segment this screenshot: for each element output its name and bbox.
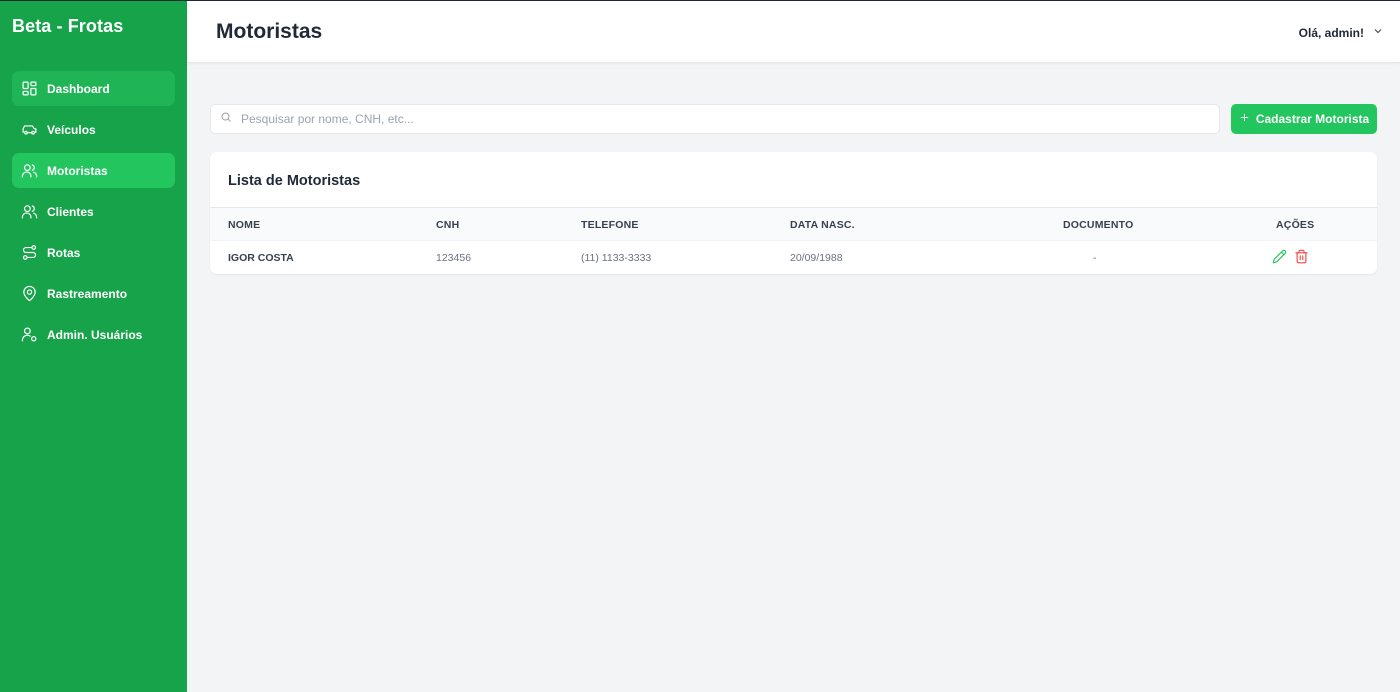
cell-nome: IGOR COSTA xyxy=(228,252,294,264)
car-icon xyxy=(21,121,38,138)
column-header-cnh: CNH xyxy=(436,219,460,231)
add-driver-button[interactable]: Cadastrar Motorista xyxy=(1231,104,1377,134)
users-icon xyxy=(21,162,38,179)
sidebar-item-label: Clientes xyxy=(47,204,94,219)
map-pin-icon xyxy=(21,285,38,302)
sidebar-item-rastreamento[interactable]: Rastreamento xyxy=(12,276,175,311)
dashboard-icon xyxy=(21,80,38,97)
card-title: Lista de Motoristas xyxy=(228,173,361,189)
cell-data-nasc: 20/09/1988 xyxy=(790,252,843,264)
table-row: IGOR COSTA 123456 (11) 1133-3333 20/09/1… xyxy=(210,241,1377,274)
sidebar-item-rotas[interactable]: Rotas xyxy=(12,235,175,270)
search-input[interactable] xyxy=(241,105,1219,133)
pencil-icon[interactable] xyxy=(1272,249,1287,264)
plus-icon xyxy=(1239,112,1256,126)
row-actions xyxy=(1272,249,1309,264)
brand-title: Beta - Frotas xyxy=(12,16,124,36)
users-icon xyxy=(21,203,38,220)
sidebar-item-label: Dashboard xyxy=(47,81,110,96)
top-bar: Motoristas Olá, admin! xyxy=(187,1,1400,63)
cell-telefone: (11) 1133-3333 xyxy=(581,252,652,264)
sidebar-item-label: Veículos xyxy=(47,122,96,137)
sidebar-item-motoristas[interactable]: Motoristas xyxy=(12,153,175,188)
user-menu[interactable]: Olá, admin! xyxy=(1299,25,1384,40)
sidebar-item-clientes[interactable]: Clientes xyxy=(12,194,175,229)
column-header-telefone: TELEFONE xyxy=(581,219,639,231)
user-greeting: Olá, admin! xyxy=(1298,25,1364,40)
drivers-card: Lista de Motoristas NOME CNH TELEFONE DA… xyxy=(210,152,1377,274)
search-bar xyxy=(210,104,1220,134)
table-header: NOME CNH TELEFONE DATA NASC. DOCUMENTO A… xyxy=(210,208,1377,241)
column-header-nome: NOME xyxy=(228,219,261,231)
sidebar-item-label: Rotas xyxy=(47,245,81,260)
route-icon xyxy=(21,244,38,261)
sidebar-item-label: Rastreamento xyxy=(47,286,128,301)
sidebar-nav: Dashboard Veículos Motoristas Clientes R… xyxy=(12,71,175,358)
trash-icon[interactable] xyxy=(1294,249,1309,264)
user-cog-icon xyxy=(21,326,38,343)
column-header-acoes: AÇÕES xyxy=(1276,219,1315,231)
search-icon xyxy=(211,110,232,128)
sidebar-item-dashboard[interactable]: Dashboard xyxy=(12,71,175,106)
cell-documento: - xyxy=(1093,252,1097,264)
column-header-documento: DOCUMENTO xyxy=(1063,219,1134,231)
sidebar-item-admin-usuarios[interactable]: Admin. Usuários xyxy=(12,317,175,352)
chevron-down-icon xyxy=(1364,25,1384,40)
add-driver-label: Cadastrar Motorista xyxy=(1255,112,1370,126)
sidebar-item-label: Motoristas xyxy=(47,163,108,178)
page-title: Motoristas xyxy=(216,20,323,43)
column-header-data-nasc: DATA NASC. xyxy=(790,219,855,231)
sidebar-item-label: Admin. Usuários xyxy=(47,327,143,342)
sidebar-item-veiculos[interactable]: Veículos xyxy=(12,112,175,147)
cell-cnh: 123456 xyxy=(436,252,472,264)
sidebar: Beta - Frotas Dashboard Veículos Motoris… xyxy=(0,1,187,692)
